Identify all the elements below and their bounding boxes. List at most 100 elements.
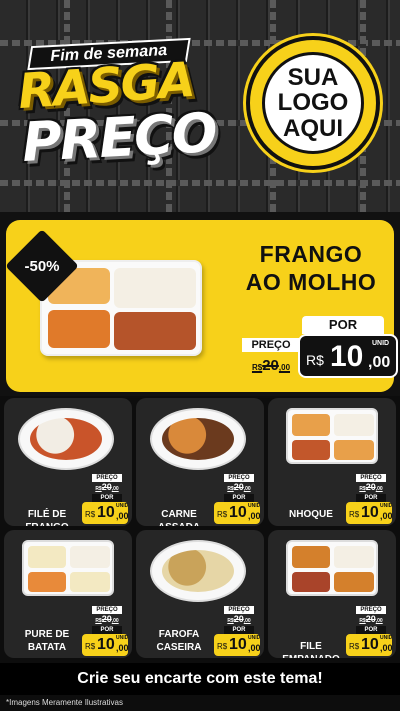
price-integer: 10 <box>229 504 247 521</box>
price-cents: ,00 <box>116 643 129 653</box>
product-name-line1: PURE DE <box>24 629 70 640</box>
product-name: FILÉ DE FRANGO <box>8 508 86 526</box>
new-price: R$ 10 UNID ,00 <box>346 634 393 656</box>
price-integer: 10 <box>330 340 364 373</box>
old-price-value: 20 <box>365 482 376 492</box>
unit-label: UNID <box>116 635 129 641</box>
old-price-value: 20 <box>233 482 244 492</box>
featured-card[interactable]: -50% FRANGO AO MOLHO POR PREÇO R$20,00 R… <box>5 220 398 392</box>
food-tray-image <box>286 408 378 464</box>
price-integer: 10 <box>361 504 379 521</box>
cta-banner[interactable]: Crie seu encarte com este tema! <box>0 663 400 695</box>
unit-label: UNID <box>372 340 390 347</box>
logo-text-line2: LOGO <box>277 89 349 117</box>
preco-label: PREÇO <box>92 474 122 482</box>
por-label: POR <box>92 626 122 634</box>
por-label: POR <box>224 626 254 634</box>
old-price-cents: ,00 <box>111 486 119 492</box>
product-name-line2: BATATA <box>27 642 67 653</box>
por-label: POR <box>302 316 384 334</box>
product-card[interactable]: FAROFA CASEIRA PREÇO R$20,00 POR R$ 10 U… <box>136 530 264 658</box>
headline-line2: PREÇO <box>20 100 218 175</box>
old-price: R$20,00 <box>222 614 256 625</box>
old-price-cents: ,00 <box>375 486 383 492</box>
preco-label: PREÇO <box>92 606 122 614</box>
product-name: FILE EMPANADO <box>272 640 350 658</box>
new-price: R$ 10 UNID ,00 <box>214 634 261 656</box>
old-price-prefix: R$ <box>251 363 263 372</box>
currency-symbol: R$ <box>217 642 228 651</box>
discount-badge: -50% <box>5 229 79 303</box>
food-bowl-image <box>150 408 246 470</box>
old-price-cents: ,00 <box>278 363 291 372</box>
featured-section: -50% FRANGO AO MOLHO POR PREÇO R$20,00 R… <box>0 212 400 396</box>
featured-name-line1: FRANGO <box>259 241 363 267</box>
por-label: POR <box>356 626 386 634</box>
new-price: R$ 10 UNID ,00 <box>82 634 129 656</box>
food-compartment <box>114 268 196 308</box>
food-compartment <box>48 310 110 348</box>
new-price: R$ 10 UNID ,00 <box>298 334 398 378</box>
currency-symbol: R$ <box>85 510 96 519</box>
product-card[interactable]: CARNE ASSADA PREÇO R$20,00 POR R$ 10 UNI… <box>136 398 264 526</box>
old-price-cents: ,00 <box>111 618 119 624</box>
header-banner: Fim de semana RASGA PREÇO SUA LOGO AQUI <box>0 0 400 212</box>
logo-inner-circle: SUA LOGO AQUI <box>262 52 364 154</box>
product-card[interactable]: PURE DE BATATA PREÇO R$20,00 POR R$ 10 U… <box>4 530 132 658</box>
logo-placeholder[interactable]: SUA LOGO AQUI <box>246 36 380 170</box>
old-price-value: 20 <box>262 357 279 374</box>
currency-symbol: R$ <box>306 352 324 368</box>
product-name-line1: FILE EMPANADO <box>282 641 340 658</box>
unit-label: UNID <box>116 503 129 509</box>
unit-label: UNID <box>380 635 393 641</box>
new-price: R$ 10 UNID ,00 <box>346 502 393 524</box>
product-name-line1: FILÉ DE FRANGO <box>25 509 68 526</box>
preco-label: PREÇO <box>356 606 386 614</box>
food-tray-image <box>286 540 378 596</box>
discount-text: -50% <box>24 257 60 275</box>
product-card[interactable]: FILE EMPANADO PREÇO R$20,00 POR R$ 10 UN… <box>268 530 396 658</box>
old-price-cents: ,00 <box>375 618 383 624</box>
currency-symbol: R$ <box>349 510 360 519</box>
food-compartment <box>114 312 196 350</box>
unit-label: UNID <box>248 635 261 641</box>
product-name: FAROFA CASEIRA <box>140 628 218 654</box>
old-price-cents: ,00 <box>243 618 251 624</box>
old-price: R$20,00 <box>90 614 124 625</box>
currency-symbol: R$ <box>85 642 96 651</box>
old-price-value: 20 <box>101 614 112 624</box>
por-label: POR <box>92 494 122 502</box>
price-cents: ,00 <box>248 511 261 521</box>
price-cents: ,00 <box>368 354 391 371</box>
product-name: PURE DE BATATA <box>8 628 86 654</box>
old-price-value: 20 <box>365 614 376 624</box>
old-price-cents: ,00 <box>243 486 251 492</box>
por-label: POR <box>224 494 254 502</box>
new-price: R$ 10 UNID ,00 <box>82 502 129 524</box>
logo-text-line3: AQUI <box>283 114 343 142</box>
product-name-line1: CARNE ASSADA <box>158 509 200 526</box>
preco-label: PREÇO <box>224 474 254 482</box>
price-integer: 10 <box>361 636 379 653</box>
preco-label: PREÇO <box>356 474 386 482</box>
food-tray-image <box>22 540 114 596</box>
preco-label: PREÇO <box>224 606 254 614</box>
price-cents: ,00 <box>380 511 393 521</box>
product-name-line1: NHOQUE <box>289 509 333 520</box>
product-card[interactable]: NHOQUE PREÇO R$20,00 POR R$ 10 UNID ,00 <box>268 398 396 526</box>
product-name: CARNE ASSADA <box>140 508 218 526</box>
price-integer: 10 <box>229 636 247 653</box>
old-price: R$20,00 <box>242 354 300 378</box>
product-name-line1: FAROFA <box>158 629 200 640</box>
product-name: NHOQUE <box>272 508 350 521</box>
price-integer: 10 <box>97 504 115 521</box>
metal-bar <box>0 180 400 186</box>
logo-text-line1: SUA <box>287 64 339 92</box>
disclaimer-text: *Imagens Meramente Ilustrativas <box>6 698 123 707</box>
product-name-line2: CASEIRA <box>156 642 202 653</box>
product-card[interactable]: FILÉ DE FRANGO PREÇO R$20,00 POR R$ 10 U… <box>4 398 132 526</box>
por-label: POR <box>356 494 386 502</box>
old-price: R$20,00 <box>222 482 256 493</box>
old-price-value: 20 <box>233 614 244 624</box>
currency-symbol: R$ <box>217 510 228 519</box>
